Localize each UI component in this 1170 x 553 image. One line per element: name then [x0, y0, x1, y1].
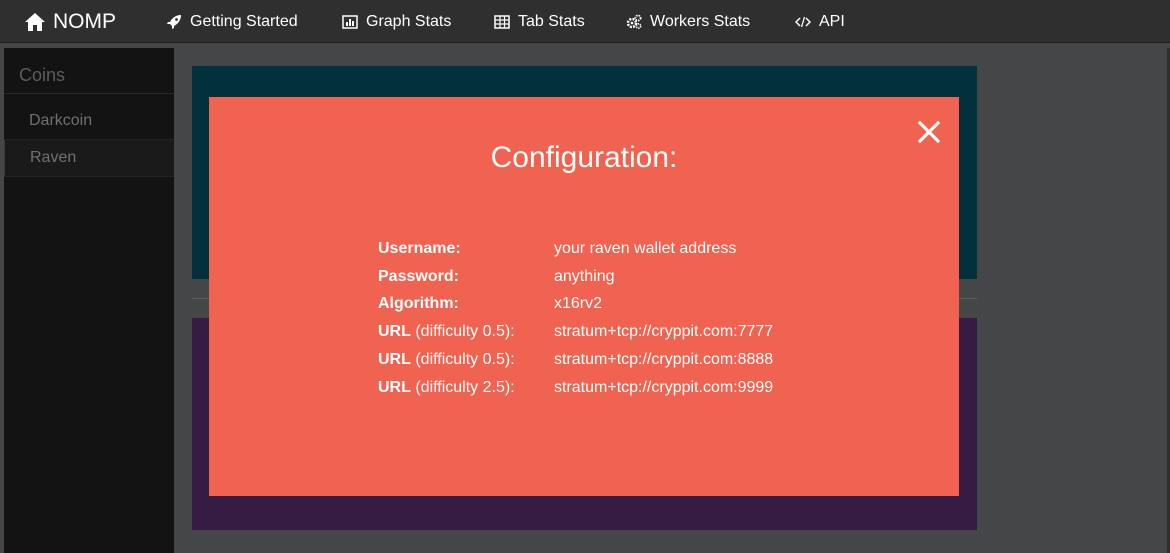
- config-value: your raven wallet address: [554, 240, 737, 257]
- sidebar-divider: [4, 93, 174, 94]
- top-navbar: NOMP Getting Started Graph Stats Tab Sta…: [0, 0, 1170, 43]
- config-label: URL (difficulty 2.5):: [378, 379, 515, 397]
- config-value: x16rv2: [554, 295, 603, 312]
- nav-graph-stats[interactable]: Graph Stats: [342, 0, 451, 43]
- config-label-bold: Password:: [378, 268, 459, 285]
- sidebar-title: Coins: [19, 65, 66, 85]
- config-label: Password:: [378, 268, 459, 286]
- stats-panel-teal-edge: [958, 66, 977, 279]
- config-value: stratum+tcp://cryppit.com:9999: [554, 379, 774, 396]
- config-label: Algorithm:: [378, 295, 459, 313]
- config-label-bold: Algorithm:: [378, 295, 459, 312]
- sidebar-item-darkcoin[interactable]: Darkcoin: [4, 103, 174, 140]
- nav-getting-started-label: Getting Started: [190, 12, 298, 30]
- config-label-bold: URL: [378, 379, 411, 396]
- config-row-url-7777: URL (difficulty 0.5): stratum+tcp://cryp…: [378, 323, 878, 347]
- home-icon: [25, 12, 45, 31]
- bar-chart-icon: [342, 14, 358, 30]
- config-label: URL (difficulty 0.5):: [378, 323, 515, 341]
- config-label-bold: URL: [378, 351, 411, 368]
- rocket-icon: [166, 14, 182, 30]
- nav-graph-stats-label: Graph Stats: [366, 12, 452, 30]
- nav-tab-stats[interactable]: Tab Stats: [494, 0, 585, 43]
- config-value: stratum+tcp://cryppit.com:7777: [554, 323, 774, 340]
- modal-title: Configuration:: [490, 141, 678, 174]
- config-value: stratum+tcp://cryppit.com:8888: [554, 351, 774, 368]
- nav-api-label: API: [819, 12, 845, 30]
- config-label-rest: (difficulty 0.5):: [410, 323, 515, 340]
- sidebar-item-raven[interactable]: Raven: [4, 140, 174, 177]
- nav-workers-stats-label: Workers Stats: [650, 12, 751, 30]
- nav-tab-stats-label: Tab Stats: [518, 12, 585, 30]
- config-row-url-9999: URL (difficulty 2.5): stratum+tcp://cryp…: [378, 379, 878, 403]
- nav-api[interactable]: API: [795, 0, 845, 43]
- gears-icon: [626, 14, 642, 30]
- table-icon: [494, 14, 510, 30]
- code-icon: [795, 14, 811, 30]
- config-label-bold: Username:: [378, 240, 461, 257]
- config-label: URL (difficulty 0.5):: [378, 351, 515, 369]
- brand-link[interactable]: NOMP: [24, 0, 116, 43]
- config-label: Username:: [378, 240, 461, 258]
- config-row-username: Username: your raven wallet address: [378, 240, 878, 264]
- coins-sidebar: Coins Darkcoin Raven: [4, 48, 174, 553]
- brand-label: NOMP: [53, 9, 116, 33]
- sidebar-item-label: Darkcoin: [29, 112, 93, 129]
- config-row-password: Password: anything: [378, 268, 878, 292]
- config-label-rest: (difficulty 0.5):: [410, 351, 515, 368]
- config-label-bold: URL: [378, 323, 411, 340]
- sidebar-item-label: Raven: [30, 149, 77, 166]
- config-row-url-8888: URL (difficulty 0.5): stratum+tcp://cryp…: [378, 351, 878, 375]
- config-row-algorithm: Algorithm: x16rv2: [378, 295, 878, 319]
- nav-workers-stats[interactable]: Workers Stats: [626, 0, 750, 43]
- nav-getting-started[interactable]: Getting Started: [166, 0, 298, 43]
- config-value: anything: [554, 268, 615, 285]
- config-label-rest: (difficulty 2.5):: [410, 379, 515, 396]
- configuration-modal: Configuration: Username: your raven wall…: [209, 97, 959, 496]
